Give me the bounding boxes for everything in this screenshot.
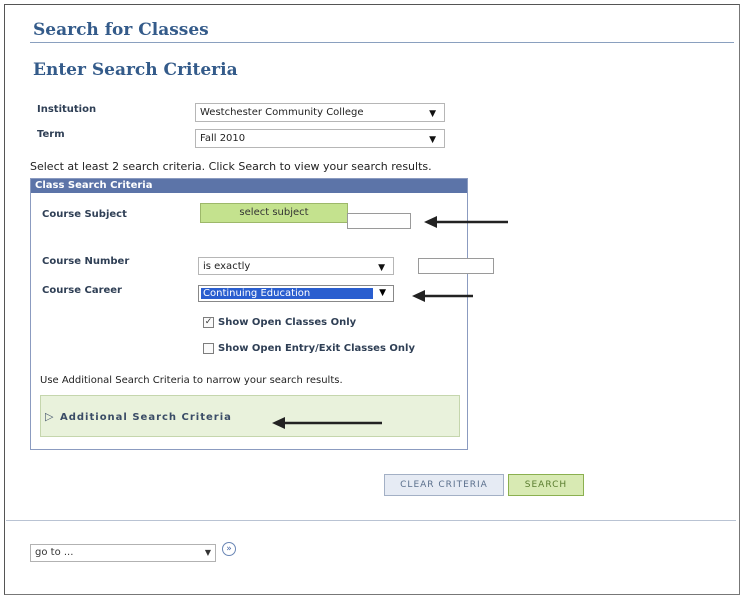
annotation-arrows: [272, 216, 508, 429]
